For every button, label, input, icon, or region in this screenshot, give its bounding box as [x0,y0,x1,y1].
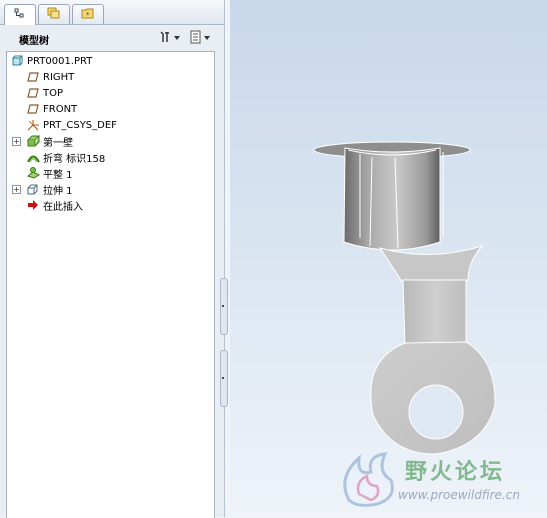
tab-model-tree[interactable] [4,4,36,25]
tab-favorites[interactable]: * [72,4,104,24]
tree-item-label: PRT_CSYS_DEF [43,119,117,131]
part-icon [10,54,24,68]
tree-item-extrude[interactable]: 拉伸 1 [26,181,73,197]
tree-item-label: 在此插入 [43,201,83,213]
first-wall-icon [26,134,40,148]
flatten-icon [26,166,40,180]
tree-item-label: 折弯 标识158 [43,153,106,165]
list-options-icon [190,30,202,47]
panel-sash-handle[interactable] [220,278,228,335]
coordinate-system-icon [26,118,40,132]
tree-item-flatten[interactable]: 平整 1 [26,165,73,181]
chevron-down-icon [204,36,210,40]
watermark-url: www.proewildfire.cn [398,488,520,502]
insert-here-arrow-icon [26,198,40,212]
show-dropdown-button[interactable] [190,29,210,47]
model-tree[interactable]: PRT0001.PRT RIGHT TOP FRONT PRT_CSYS_DEF [6,51,215,518]
model-tree-header: 模型树 [0,25,224,51]
tree-item-label: FRONT [43,103,78,115]
favorites-folder-icon: * [81,7,95,23]
model-tree-title: 模型树 [19,36,49,47]
tree-item-label: 平整 1 [43,169,73,181]
svg-text:*: * [86,11,90,19]
tree-item-bend[interactable]: 折弯 标识158 [26,149,105,165]
tree-item-front-plane[interactable]: FRONT [26,101,77,117]
folder-layers-icon [47,7,61,23]
model-tree-icon [14,8,26,23]
settings-dropdown-button[interactable] [158,29,180,47]
expand-toggle[interactable]: + [12,137,21,146]
navigator-panel: * 模型树 PRT0001.PRT RIGHT TOP FRONT PRT_CS… [0,0,225,518]
tools-icon [158,30,172,47]
tree-item-label: PRT0001.PRT [27,55,93,67]
tree-item-part[interactable]: PRT0001.PRT [10,53,92,69]
part-model-3d [313,141,496,455]
tab-folder-browser[interactable] [38,4,70,24]
panel-sash-handle[interactable] [220,350,228,407]
graphics-window[interactable] [230,0,547,517]
tree-item-right-plane[interactable]: RIGHT [26,69,74,85]
extrude-icon [26,182,40,196]
datum-plane-icon [26,86,40,100]
datum-plane-icon [26,70,40,84]
datum-plane-icon [26,102,40,116]
tree-item-top-plane[interactable]: TOP [26,85,63,101]
watermark-title: 野火论坛 [405,460,506,485]
tree-item-label: RIGHT [43,71,75,83]
tree-item-first-wall[interactable]: 第一壁 [26,133,73,149]
tree-item-csys[interactable]: PRT_CSYS_DEF [26,117,117,133]
tree-item-label: 拉伸 1 [43,185,73,197]
tree-item-insert-here[interactable]: 在此插入 [26,197,83,213]
tree-item-label: 第一壁 [43,137,73,149]
bend-icon [26,150,40,164]
forum-watermark: 野火论坛 www.proewildfire.cn [335,448,545,510]
tree-item-label: TOP [43,87,64,99]
chevron-down-icon [174,36,180,40]
expand-toggle[interactable]: + [12,185,21,194]
flame-logo-icon [337,450,399,511]
navigator-tab-bar: * [0,0,224,25]
